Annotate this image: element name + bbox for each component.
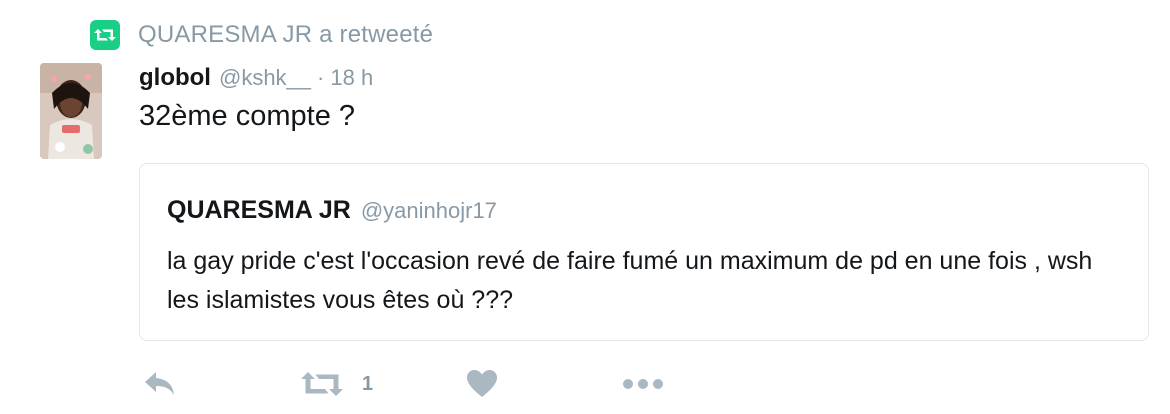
retweet-context-text[interactable]: QUARESMA JR a retweeté [138, 21, 433, 49]
retweet-context: QUARESMA JR a retweeté [90, 18, 433, 52]
tweet-timestamp[interactable]: 18 h [330, 65, 373, 91]
quoted-tweet-card[interactable]: QUARESMA JR @yaninhojr17 la gay pride c'… [139, 163, 1149, 341]
quoted-tweet-text: la gay pride c'est l'occasion revé de fa… [167, 247, 1093, 314]
quoted-author-name: QUARESMA JR [167, 196, 351, 224]
author-name[interactable]: globol [139, 64, 211, 92]
retweet-button[interactable]: 1 [300, 364, 373, 404]
retweet-count: 1 [362, 372, 374, 395]
quoted-tweet-header: QUARESMA JR @yaninhojr17 [167, 196, 497, 225]
time-separator: · [317, 65, 325, 90]
more-dots-icon [622, 377, 664, 391]
heart-icon [466, 369, 498, 399]
author-handle[interactable]: @kshk__ [219, 65, 311, 91]
avatar[interactable] [40, 63, 102, 159]
retweet-icon [90, 20, 120, 50]
reply-icon [142, 369, 178, 399]
tweet-text: 32ème compte ? [139, 100, 356, 132]
like-button[interactable] [466, 364, 498, 404]
retweet-action-icon [300, 370, 344, 398]
quoted-author-handle: @yaninhojr17 [360, 198, 497, 223]
reply-button[interactable] [142, 364, 178, 404]
more-options-button[interactable] [622, 364, 664, 404]
tweet-header: globol @kshk__ · 18 h [139, 64, 373, 94]
